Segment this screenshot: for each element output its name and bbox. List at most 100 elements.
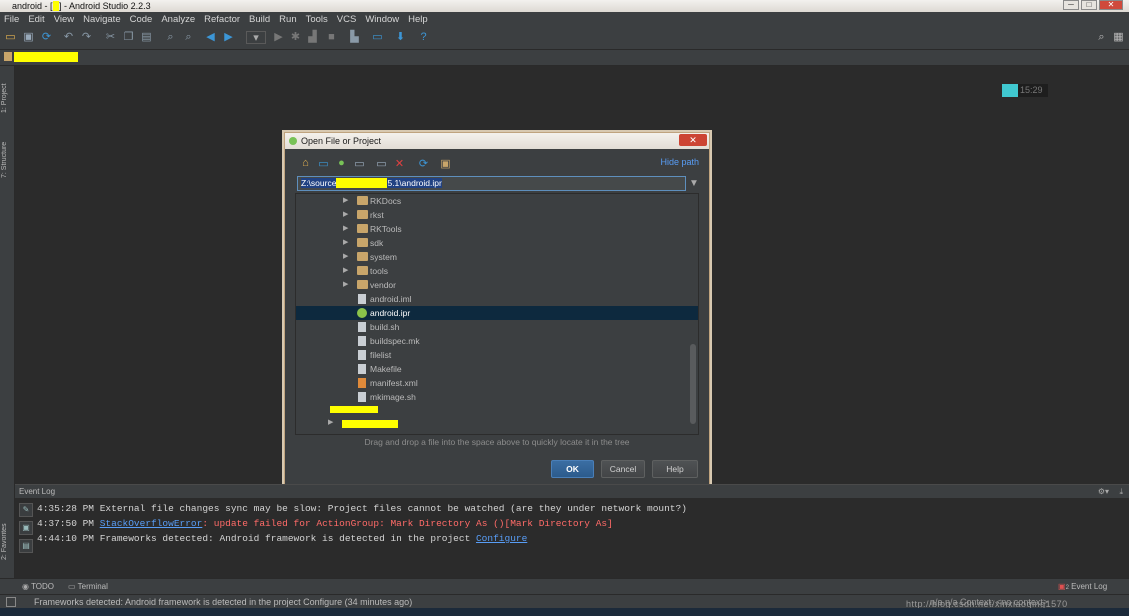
favorites-tool-tab[interactable]: 2: Favorites (1, 522, 13, 562)
tree-item-tools[interactable]: ▶ tools (296, 264, 698, 278)
copy-icon[interactable]: ❐ (122, 31, 135, 44)
tree-item-buildspec[interactable]: buildspec.mk (296, 334, 698, 348)
show-hidden-icon[interactable]: ▣ (439, 157, 452, 170)
tree-item-mkimage[interactable]: mkimage.sh (296, 390, 698, 404)
maximize-button[interactable]: □ (1081, 0, 1097, 10)
mark-read-icon[interactable]: ✎ (19, 503, 33, 517)
menu-code[interactable]: Code (130, 14, 153, 25)
module-dir-icon[interactable]: ▭ (353, 157, 366, 170)
replace-icon[interactable]: ⌕ (182, 31, 195, 44)
sync-icon[interactable]: ⟳ (40, 31, 53, 44)
tree-item-manifest[interactable]: manifest.xml (296, 376, 698, 390)
event-log-tab[interactable]: ▣2 Event Log (1058, 582, 1107, 591)
save-icon[interactable]: ▣ (22, 31, 35, 44)
sync-gradle-icon[interactable]: ▙ (348, 31, 361, 44)
menu-edit[interactable]: Edit (28, 14, 44, 25)
menu-build[interactable]: Build (249, 14, 270, 25)
help-button[interactable]: Help (652, 460, 698, 478)
run-icon[interactable]: ▶ (272, 31, 285, 44)
tree-item-rktools[interactable]: ▶ RKTools (296, 222, 698, 236)
hide-panel-icon[interactable]: ⤓ (1119, 485, 1123, 498)
tree-item-build-sh[interactable]: build.sh (296, 320, 698, 334)
tree-item-label: rkst (370, 210, 384, 220)
tree-item-system[interactable]: ▶ system (296, 250, 698, 264)
paste-icon[interactable]: ▤ (140, 31, 153, 44)
delete-icon[interactable]: ✕ (393, 157, 406, 170)
tree-scrollbar[interactable] (690, 344, 696, 424)
menu-refactor[interactable]: Refactor (204, 14, 240, 25)
search-icon[interactable]: ⌕ (1095, 31, 1108, 44)
home-icon[interactable]: ⌂ (299, 157, 312, 169)
menu-navigate[interactable]: Navigate (83, 14, 121, 25)
debug-icon[interactable]: ✱ (289, 31, 302, 44)
menu-analyze[interactable]: Analyze (161, 14, 195, 25)
desktop-icon[interactable]: ▭ (317, 157, 330, 170)
menu-vcs[interactable]: VCS (337, 14, 357, 25)
tree-item-sdk[interactable]: ▶ sdk (296, 236, 698, 250)
ok-button[interactable]: OK (551, 460, 594, 478)
tree-item-rkst[interactable]: ▶ rkst (296, 208, 698, 222)
cut-icon[interactable]: ✂ (104, 31, 117, 44)
menu-help[interactable]: Help (408, 14, 428, 25)
refresh-icon[interactable]: ⟳ (417, 157, 430, 170)
profile-icon[interactable]: ▟ (306, 31, 319, 44)
tool-windows-icon[interactable] (6, 597, 16, 607)
todo-label: TODO (31, 582, 55, 591)
expand-arrow-icon[interactable]: ▶ (343, 278, 348, 292)
tree-item-vendor[interactable]: ▶ vendor (296, 278, 698, 292)
open-folder-icon[interactable]: ▭ (4, 31, 17, 44)
stackoverflow-error-link[interactable]: StackOverflowError (100, 518, 203, 529)
close-window-button[interactable]: ✕ (1099, 0, 1123, 10)
dialog-close-button[interactable]: ✕ (679, 134, 707, 146)
tree-item-label: RKDocs (370, 196, 402, 206)
expand-arrow-icon[interactable]: ▶ (343, 250, 348, 264)
sdk-manager-icon[interactable]: ⬇ (394, 31, 407, 44)
path-history-icon[interactable]: ▼ (689, 178, 699, 189)
project-dir-icon[interactable]: ● (335, 157, 348, 169)
os-taskbar (0, 608, 1129, 616)
minimize-button[interactable]: ─ (1063, 0, 1079, 10)
event-icon[interactable]: ▦ (1112, 31, 1125, 44)
event-settings-icon[interactable]: ▣ (19, 521, 33, 535)
expand-arrow-icon[interactable]: ▶ (328, 418, 333, 426)
cancel-button[interactable]: Cancel (601, 460, 645, 478)
settings-gear-icon[interactable]: ⚙▾ (1098, 485, 1109, 498)
terminal-tab[interactable]: ▭ Terminal (68, 582, 108, 591)
redacted-project-name[interactable] (14, 52, 78, 62)
tree-item-makefile[interactable]: Makefile (296, 362, 698, 376)
tree-item-android-iml[interactable]: android.iml (296, 292, 698, 306)
tree-item-filelist[interactable]: filelist (296, 348, 698, 362)
menu-tools[interactable]: Tools (306, 14, 328, 25)
expand-arrow-icon[interactable]: ▶ (343, 264, 348, 278)
file-icon (358, 392, 366, 402)
todo-tab[interactable]: ◉ TODO (22, 582, 54, 591)
expand-arrow-icon[interactable]: ▶ (343, 236, 348, 250)
new-folder-icon[interactable]: ▭ (375, 157, 388, 170)
clear-all-icon[interactable]: ▤ (19, 539, 33, 553)
expand-arrow-icon[interactable]: ▶ (343, 222, 348, 236)
menu-window[interactable]: Window (365, 14, 399, 25)
menu-run[interactable]: Run (279, 14, 296, 25)
help-icon[interactable]: ? (417, 31, 430, 44)
back-icon[interactable]: ◀ (204, 31, 217, 44)
expand-arrow-icon[interactable]: ▶ (343, 208, 348, 222)
tree-item-rkdocs[interactable]: ▶ RKDocs (296, 194, 698, 208)
forward-icon[interactable]: ▶ (222, 31, 235, 44)
find-icon[interactable]: ⌕ (164, 31, 177, 44)
undo-icon[interactable]: ↶ (62, 31, 75, 44)
expand-arrow-icon[interactable]: ▶ (343, 194, 348, 208)
configure-link[interactable]: Configure (476, 533, 527, 544)
stop-icon[interactable]: ■ (325, 31, 338, 44)
avd-manager-icon[interactable]: ▭ (371, 31, 384, 44)
run-config-dropdown[interactable]: ▾ (246, 31, 266, 44)
android-studio-icon (289, 137, 297, 145)
menu-view[interactable]: View (54, 14, 74, 25)
menu-file[interactable]: File (4, 14, 19, 25)
tree-item-android-ipr[interactable]: android.ipr (296, 306, 698, 320)
tree-item-label: buildspec.mk (370, 336, 420, 346)
project-tool-tab[interactable]: 1: Project (1, 78, 13, 118)
path-input[interactable]: Z:\sourceXXXXXXXXX5.1\android.ipr (297, 176, 686, 191)
structure-tool-tab[interactable]: 7: Structure (1, 138, 13, 182)
hide-path-link[interactable]: Hide path (660, 157, 699, 167)
redo-icon[interactable]: ↷ (80, 31, 93, 44)
